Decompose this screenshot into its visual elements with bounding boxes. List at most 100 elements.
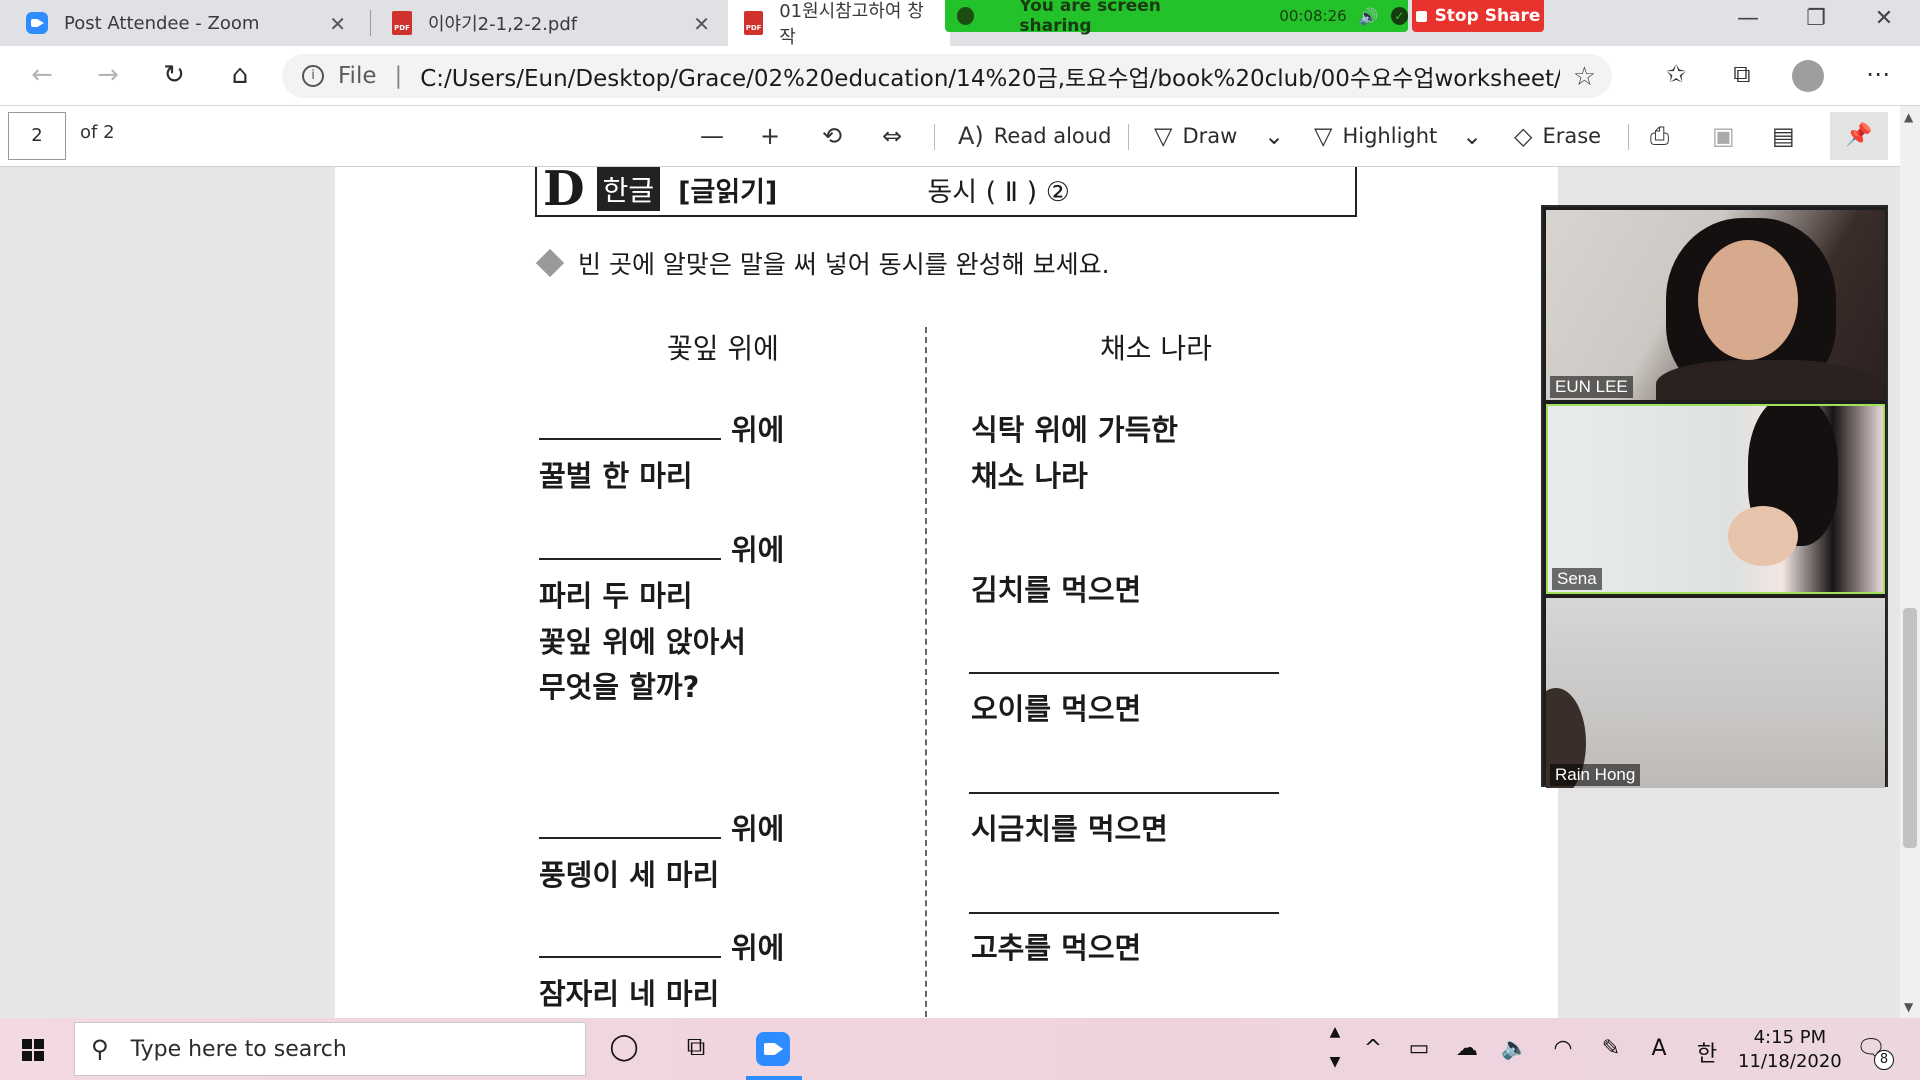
highlight-button[interactable]: ▽ Highlight — [1314, 118, 1437, 154]
home-icon[interactable]: ⌂ — [220, 60, 260, 90]
draw-button[interactable]: ▽ Draw — [1154, 118, 1237, 154]
draw-icon: ▽ — [1154, 122, 1173, 150]
tab-pdf-active[interactable]: PDF 01원시참고하여 창작 — [728, 0, 950, 48]
speaker-icon[interactable]: 🔊 — [1359, 7, 1379, 26]
favorite-star-icon[interactable]: ☆ — [1573, 62, 1596, 92]
favorites-icon[interactable]: ✩ — [1656, 60, 1696, 88]
worksheet-header: D 한글 [글읽기] 동시 ( Ⅱ ) ② — [535, 167, 1357, 217]
url-separator: | — [394, 63, 403, 89]
answer-blank[interactable] — [539, 414, 721, 440]
share-status-text: You are screen sharing — [1019, 0, 1161, 36]
chevron-down-icon: ⌄ — [1264, 122, 1285, 150]
forward-icon[interactable]: → — [88, 60, 128, 90]
minus-icon: — — [700, 122, 724, 150]
zoom-icon — [26, 12, 48, 34]
task-view-icon[interactable]: ⧉ — [676, 1032, 716, 1063]
print-icon: ⎙ — [1650, 122, 1670, 150]
battery-icon[interactable]: ▭ — [1402, 1036, 1436, 1061]
stop-share-button[interactable]: Stop Share — [1412, 0, 1544, 32]
poem-line: 김치를 먹으면 — [971, 573, 1142, 607]
plus-icon: + — [760, 122, 781, 150]
url-scheme: File — [338, 63, 377, 89]
participant-tile[interactable]: Rain Hong — [1546, 598, 1885, 788]
clock-time: 4:15 PM — [1753, 1027, 1827, 1048]
collections-icon[interactable]: ⧉ — [1722, 60, 1762, 88]
taskbar-search[interactable]: ⚲ Type here to search — [74, 1022, 586, 1076]
scroll-down-icon[interactable]: ▼ — [1904, 1000, 1913, 1014]
left-poem-title: 꽃잎 위에 — [667, 332, 779, 365]
participant-hand — [1728, 506, 1798, 566]
scroll-down-icon[interactable]: ▼ — [1318, 1054, 1352, 1070]
show-hidden-icons-icon[interactable]: ^ — [1356, 1036, 1390, 1061]
print-button[interactable]: ⎙ — [1650, 118, 1679, 154]
draw-dropdown[interactable]: ⌄ — [1264, 118, 1294, 154]
volume-icon[interactable]: 🔈 — [1498, 1036, 1532, 1061]
close-icon[interactable]: ✕ — [693, 12, 710, 36]
answer-blank[interactable] — [539, 534, 721, 560]
url-text[interactable]: C:/Users/Eun/Desktop/Grace/02%20educatio… — [420, 59, 1560, 93]
cortana-icon[interactable]: ◯ — [604, 1032, 644, 1062]
url-bar[interactable]: i File | C:/Users/Eun/Desktop/Grace/02%2… — [282, 54, 1612, 98]
poem-line: 파리 두 마리 — [539, 579, 693, 613]
ime-language-icon[interactable]: 한 — [1690, 1036, 1724, 1068]
zoom-taskbar-icon[interactable] — [756, 1032, 790, 1066]
window-close-icon[interactable]: ✕ — [1864, 6, 1904, 31]
read-aloud-icon: A) — [958, 122, 984, 150]
pin-toolbar-button[interactable]: 📌 — [1830, 112, 1888, 160]
zoom-out-button[interactable]: — — [700, 118, 734, 154]
input-mode-icon[interactable]: A — [1642, 1036, 1676, 1061]
read-aloud-label: Read aloud — [993, 124, 1112, 148]
erase-button[interactable]: ◇ Erase — [1514, 118, 1601, 154]
pen-icon[interactable]: ✎ — [1594, 1036, 1628, 1061]
close-icon[interactable]: ✕ — [329, 12, 346, 36]
answer-blank[interactable] — [969, 792, 1279, 794]
rotate-button[interactable]: ⟲ — [822, 118, 852, 154]
tab-zoom[interactable]: Post Attendee - Zoom ✕ — [10, 0, 360, 46]
security-shield-icon[interactable]: ✓ — [1390, 7, 1408, 25]
scroll-thumb[interactable] — [1903, 608, 1917, 848]
poem-line: 식탁 위에 가득한 — [971, 413, 1178, 447]
minimize-icon[interactable]: — — [1728, 6, 1768, 31]
vertical-scrollbar[interactable]: ▲ ▼ — [1900, 106, 1920, 1018]
read-aloud-button[interactable]: A) Read aloud — [958, 118, 1111, 154]
pdf-page: D 한글 [글읽기] 동시 ( Ⅱ ) ② 빈 곳에 알맞은 말을 써 넣어 동… — [335, 167, 1558, 1018]
save-as-button[interactable]: ▤ — [1772, 118, 1805, 154]
participant-tile[interactable]: EUN LEE — [1546, 210, 1885, 400]
scroll-up-icon[interactable]: ▲ — [1904, 110, 1913, 124]
refresh-icon[interactable]: ↻ — [154, 60, 194, 90]
save-as-icon: ▤ — [1772, 122, 1795, 150]
participant-face — [1698, 240, 1798, 360]
onedrive-icon[interactable]: ☁ — [1450, 1036, 1484, 1061]
poem-line: 위에 — [539, 527, 784, 569]
participant-tile[interactable]: Sena — [1546, 404, 1885, 594]
tab-separator — [370, 10, 371, 36]
pdf-toolbar: 2 of 2 — + ⟲ ⇔ A) Read aloud ▽ Draw ⌄ ▽ … — [0, 106, 1920, 167]
poem-line: 오이를 먹으면 — [971, 692, 1142, 726]
pdf-icon: PDF — [392, 11, 412, 35]
eraser-icon: ◇ — [1514, 122, 1533, 150]
highlight-icon: ▽ — [1314, 122, 1333, 150]
info-icon[interactable]: i — [302, 65, 324, 87]
more-icon[interactable]: ⋯ — [1858, 60, 1898, 88]
windows-start-icon[interactable] — [22, 1039, 44, 1061]
scroll-up-icon[interactable]: ▲ — [1318, 1024, 1352, 1040]
system-clock[interactable]: 4:15 PM 11/18/2020 — [1738, 1026, 1842, 1074]
rotate-icon: ⟲ — [822, 122, 843, 150]
zoom-in-button[interactable]: + — [760, 118, 790, 154]
save-button[interactable]: ▣ — [1712, 118, 1745, 154]
profile-avatar[interactable] — [1792, 60, 1824, 92]
fit-width-button[interactable]: ⇔ — [882, 118, 912, 154]
answer-blank[interactable] — [969, 672, 1279, 674]
answer-blank[interactable] — [969, 912, 1279, 914]
zoom-video-panel[interactable]: EUN LEE Sena Rain Hong — [1541, 205, 1888, 788]
pin-icon: 📌 — [1845, 123, 1873, 148]
wifi-icon[interactable]: ◠ — [1546, 1036, 1580, 1061]
answer-blank[interactable] — [539, 813, 721, 839]
restore-icon[interactable]: ❐ — [1796, 6, 1836, 31]
answer-blank[interactable] — [539, 932, 721, 958]
back-icon[interactable]: ← — [22, 60, 62, 90]
poem-line: 위에 — [539, 806, 784, 848]
highlight-dropdown[interactable]: ⌄ — [1462, 118, 1492, 154]
page-number-input[interactable]: 2 — [8, 112, 66, 160]
tab-pdf-story[interactable]: PDF 이야기2-1,2-2.pdf ✕ — [376, 0, 724, 46]
